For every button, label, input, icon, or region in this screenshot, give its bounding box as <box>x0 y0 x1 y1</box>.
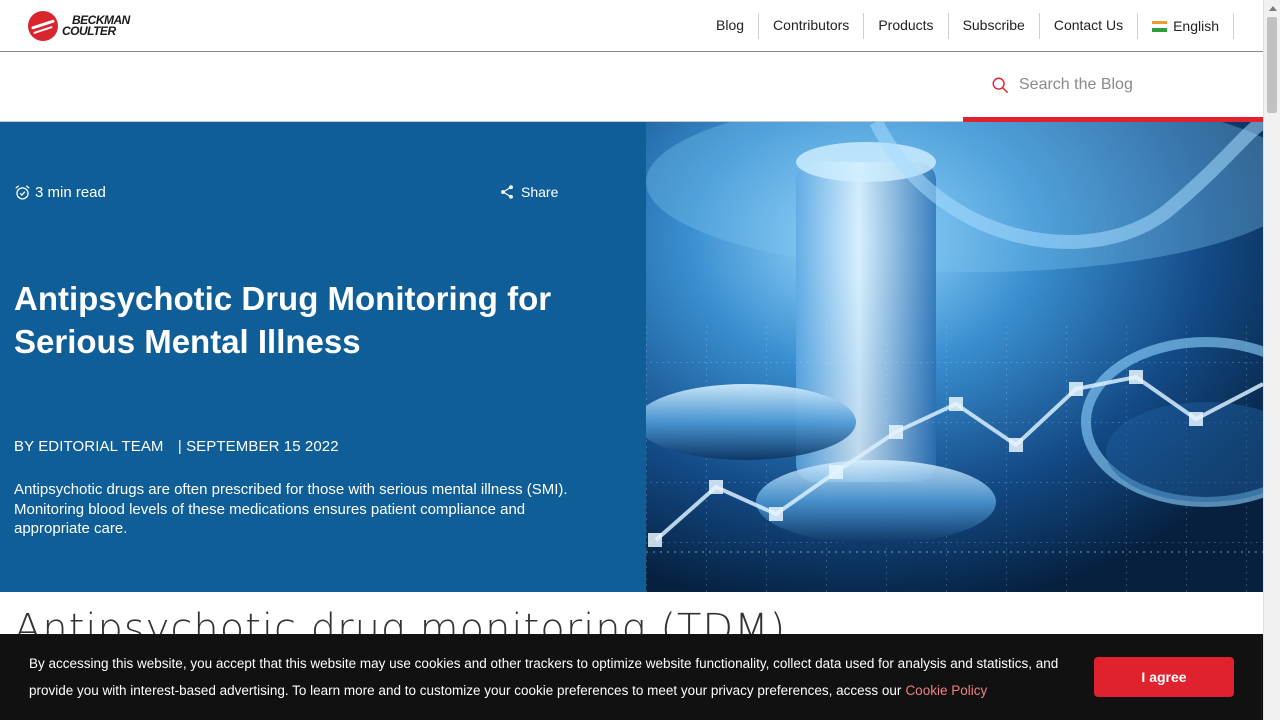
nav-item-subscribe[interactable]: Subscribe <box>949 13 1040 39</box>
scroll-up-arrow-icon[interactable] <box>1264 0 1280 17</box>
byline: BY EDITORIAL TEAM | SEPTEMBER 15 2022 <box>14 438 339 455</box>
author: BY EDITORIAL TEAM <box>14 438 164 455</box>
hero-image <box>646 122 1263 592</box>
language-label: English <box>1173 18 1219 34</box>
cookie-text: By accessing this website, you accept th… <box>29 650 1089 704</box>
hero-text-panel: 3 min read Share Antipsychotic Drug Moni… <box>0 122 646 592</box>
site-header: BECKMAN COULTER Blog Contributors Produc… <box>0 0 1263 52</box>
article-title: Antipsychotic Drug Monitoring for Seriou… <box>14 280 552 360</box>
nav-item-blog[interactable]: Blog <box>702 13 760 39</box>
logo-mark-icon <box>28 11 58 41</box>
article-summary: Antipsychotic drugs are often prescribed… <box>14 481 568 537</box>
read-time: 3 min read <box>14 184 106 201</box>
nav-item-products[interactable]: Products <box>864 13 949 39</box>
page-scrollbar[interactable] <box>1263 0 1280 720</box>
search-input[interactable] <box>1019 76 1239 94</box>
cookie-message: By accessing this website, you accept th… <box>29 656 1059 698</box>
cookie-banner: By accessing this website, you accept th… <box>0 634 1263 720</box>
hero-illustration <box>646 122 1263 592</box>
publish-date: | SEPTEMBER 15 2022 <box>177 438 339 455</box>
page: BECKMAN COULTER Blog Contributors Produc… <box>0 0 1280 720</box>
article-hero: 3 min read Share Antipsychotic Drug Moni… <box>0 122 1263 592</box>
nav-item-contributors[interactable]: Contributors <box>759 13 865 39</box>
share-label: Share <box>521 184 559 200</box>
india-flag-icon <box>1152 20 1168 32</box>
agree-button[interactable]: I agree <box>1094 657 1234 697</box>
logo-text: BECKMAN COULTER <box>62 14 130 38</box>
cookie-policy-link[interactable]: Cookie Policy <box>905 683 987 698</box>
read-time-label: 3 min read <box>35 184 106 201</box>
share-button[interactable]: Share <box>499 184 558 200</box>
scrollbar-thumb[interactable] <box>1267 17 1277 113</box>
language-selector[interactable]: English <box>1138 13 1234 39</box>
share-icon <box>501 185 513 199</box>
beckman-coulter-logo[interactable]: BECKMAN COULTER <box>28 10 138 42</box>
blog-search[interactable] <box>963 53 1263 122</box>
nav-item-contact-us[interactable]: Contact Us <box>1040 13 1139 39</box>
logo-line-2: COULTER <box>62 24 116 38</box>
alarm-clock-icon <box>15 185 30 200</box>
main-nav: Blog Contributors Products Subscribe Con… <box>702 13 1234 39</box>
search-icon <box>992 77 1008 93</box>
